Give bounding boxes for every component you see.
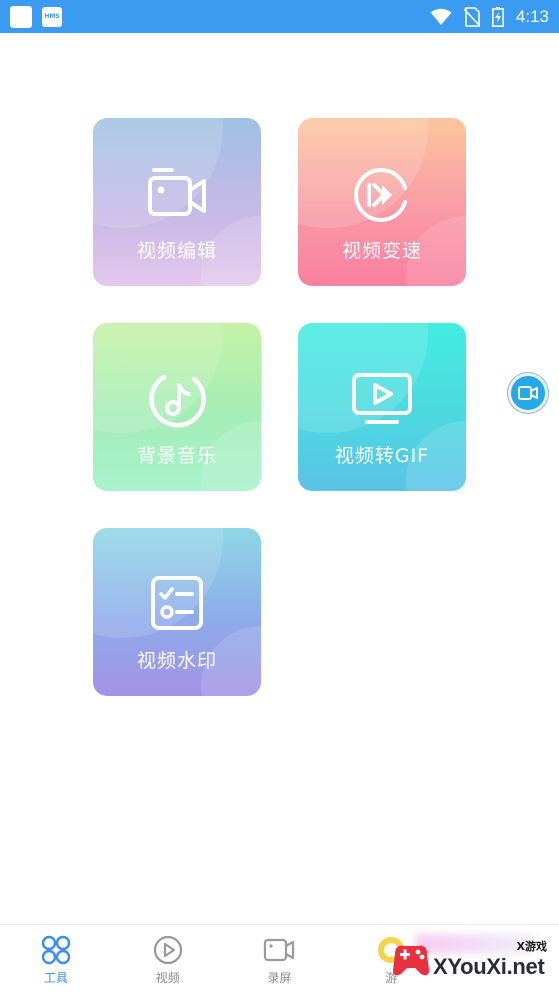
no-sim-icon (463, 6, 480, 27)
wifi-icon (430, 8, 452, 25)
nav-item-tools[interactable]: 工具 (0, 925, 112, 994)
fast-forward-circle-icon (354, 168, 407, 222)
checklist-icon (151, 576, 203, 630)
tool-tile-video-edit[interactable]: 视频编辑 (93, 118, 261, 286)
nav-item-videos[interactable]: 视频 (112, 925, 224, 994)
tool-tile-video-watermark[interactable]: 视频水印 (93, 528, 261, 696)
hms-icon: HMS (42, 6, 62, 27)
watermark-main-text: XYouXi.net (433, 954, 545, 979)
tool-label: 视频编辑 (136, 240, 217, 262)
tool-tile-video-to-gif[interactable]: 视频转GIF (298, 323, 466, 491)
tool-tile-background-music[interactable]: 背景音乐 (93, 323, 261, 491)
tools-grid-icon (41, 935, 71, 965)
status-right: 4:13 (430, 6, 549, 27)
music-note-circle-icon (149, 374, 206, 428)
play-circle-icon (153, 935, 182, 965)
tool-label: 视频水印 (136, 650, 217, 672)
nav-label: 录屏 (267, 971, 292, 985)
monitor-play-icon (352, 373, 412, 424)
screen-record-icon (518, 386, 538, 400)
notification-square-icon (10, 5, 32, 28)
status-bar: HMS 4:13 (0, 0, 559, 33)
gamepad-logo-icon (393, 945, 429, 976)
floating-record-button[interactable] (508, 373, 548, 413)
tool-label: 背景音乐 (136, 445, 217, 467)
tool-label: 视频变速 (341, 240, 422, 262)
nav-item-screen-record[interactable]: 录屏 (224, 925, 336, 994)
tool-label: 视频转GIF (334, 445, 430, 467)
status-left: HMS (10, 5, 62, 28)
status-time: 4:13 (515, 6, 549, 26)
video-camera-icon (148, 168, 206, 216)
nav-label: 工具 (43, 971, 68, 985)
nav-label: 视频 (155, 971, 180, 985)
watermark-top-text: X游戏 (516, 940, 547, 953)
tool-tile-video-speed[interactable]: 视频变速 (298, 118, 466, 286)
record-camera-icon (264, 938, 295, 962)
battery-charging-icon (491, 6, 504, 27)
site-watermark: X游戏 XYouXi.net (385, 928, 559, 990)
